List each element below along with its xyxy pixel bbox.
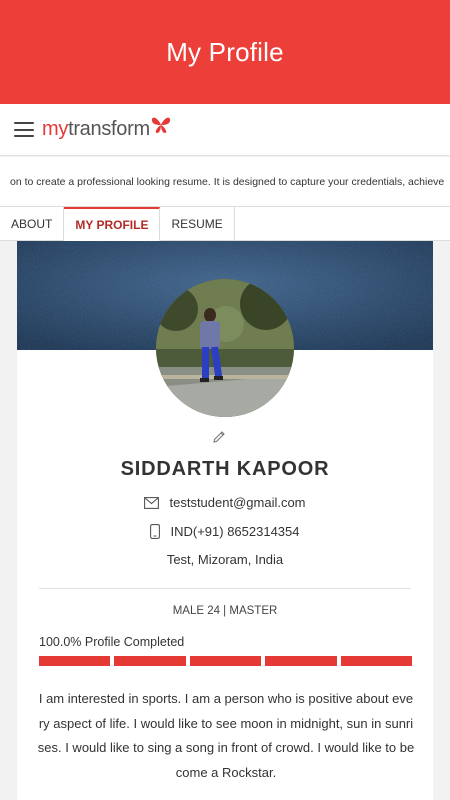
- scrolling-announcement: on to create a professional looking resu…: [0, 157, 450, 207]
- progress-segment: [114, 656, 186, 666]
- tab-about[interactable]: ABOUT: [0, 207, 65, 241]
- profile-bio: I am interested in sports. I am a person…: [37, 691, 415, 780]
- profile-card: SIDDARTH KAPOOR teststudent@gmail.com IN…: [17, 241, 433, 800]
- page-title: My Profile: [166, 36, 284, 67]
- divider: [39, 588, 411, 589]
- hamburger-menu-icon[interactable]: [14, 122, 34, 137]
- brand-logo-suffix: transform: [68, 118, 150, 140]
- tab-bar: ABOUT MY PROFILE RESUME: [0, 207, 450, 241]
- email-text[interactable]: teststudent@gmail.com: [169, 495, 305, 510]
- brand-bar: my transform: [0, 104, 450, 156]
- avatar[interactable]: [156, 279, 294, 417]
- tab-my-profile[interactable]: MY PROFILE: [64, 207, 161, 241]
- profile-progress-label: 100.0% Profile Completed: [39, 635, 185, 649]
- profile-progress-bar: [39, 656, 413, 666]
- location-text: Test, Mizoram, India: [166, 552, 284, 567]
- mobile-phone-icon: [150, 524, 161, 539]
- profile-meta: MALE 24 | MASTER: [172, 605, 278, 617]
- envelope-icon: [144, 496, 160, 509]
- phone-row: IND(+91) 8652314354: [17, 524, 433, 539]
- progress-segment: [265, 656, 337, 666]
- phone-text[interactable]: IND(+91) 8652314354: [170, 524, 299, 539]
- progress-segment: [189, 656, 262, 666]
- email-row: teststudent@gmail.com: [17, 495, 433, 510]
- location-row: Test, Mizoram, India: [17, 552, 433, 567]
- tab-resume[interactable]: RESUME: [160, 207, 235, 241]
- announcement-text: on to create a professional looking resu…: [10, 175, 445, 188]
- brand-logo[interactable]: my transform: [42, 117, 171, 141]
- pencil-edit-icon[interactable]: [211, 429, 227, 445]
- brand-logo-prefix: my: [42, 118, 69, 140]
- butterfly-logo-icon: [151, 117, 170, 133]
- app-title-bar: My Profile: [0, 0, 450, 104]
- profile-name: SIDDARTH KAPOOR: [120, 458, 330, 480]
- progress-segment: [340, 656, 413, 666]
- progress-segment: [39, 656, 111, 666]
